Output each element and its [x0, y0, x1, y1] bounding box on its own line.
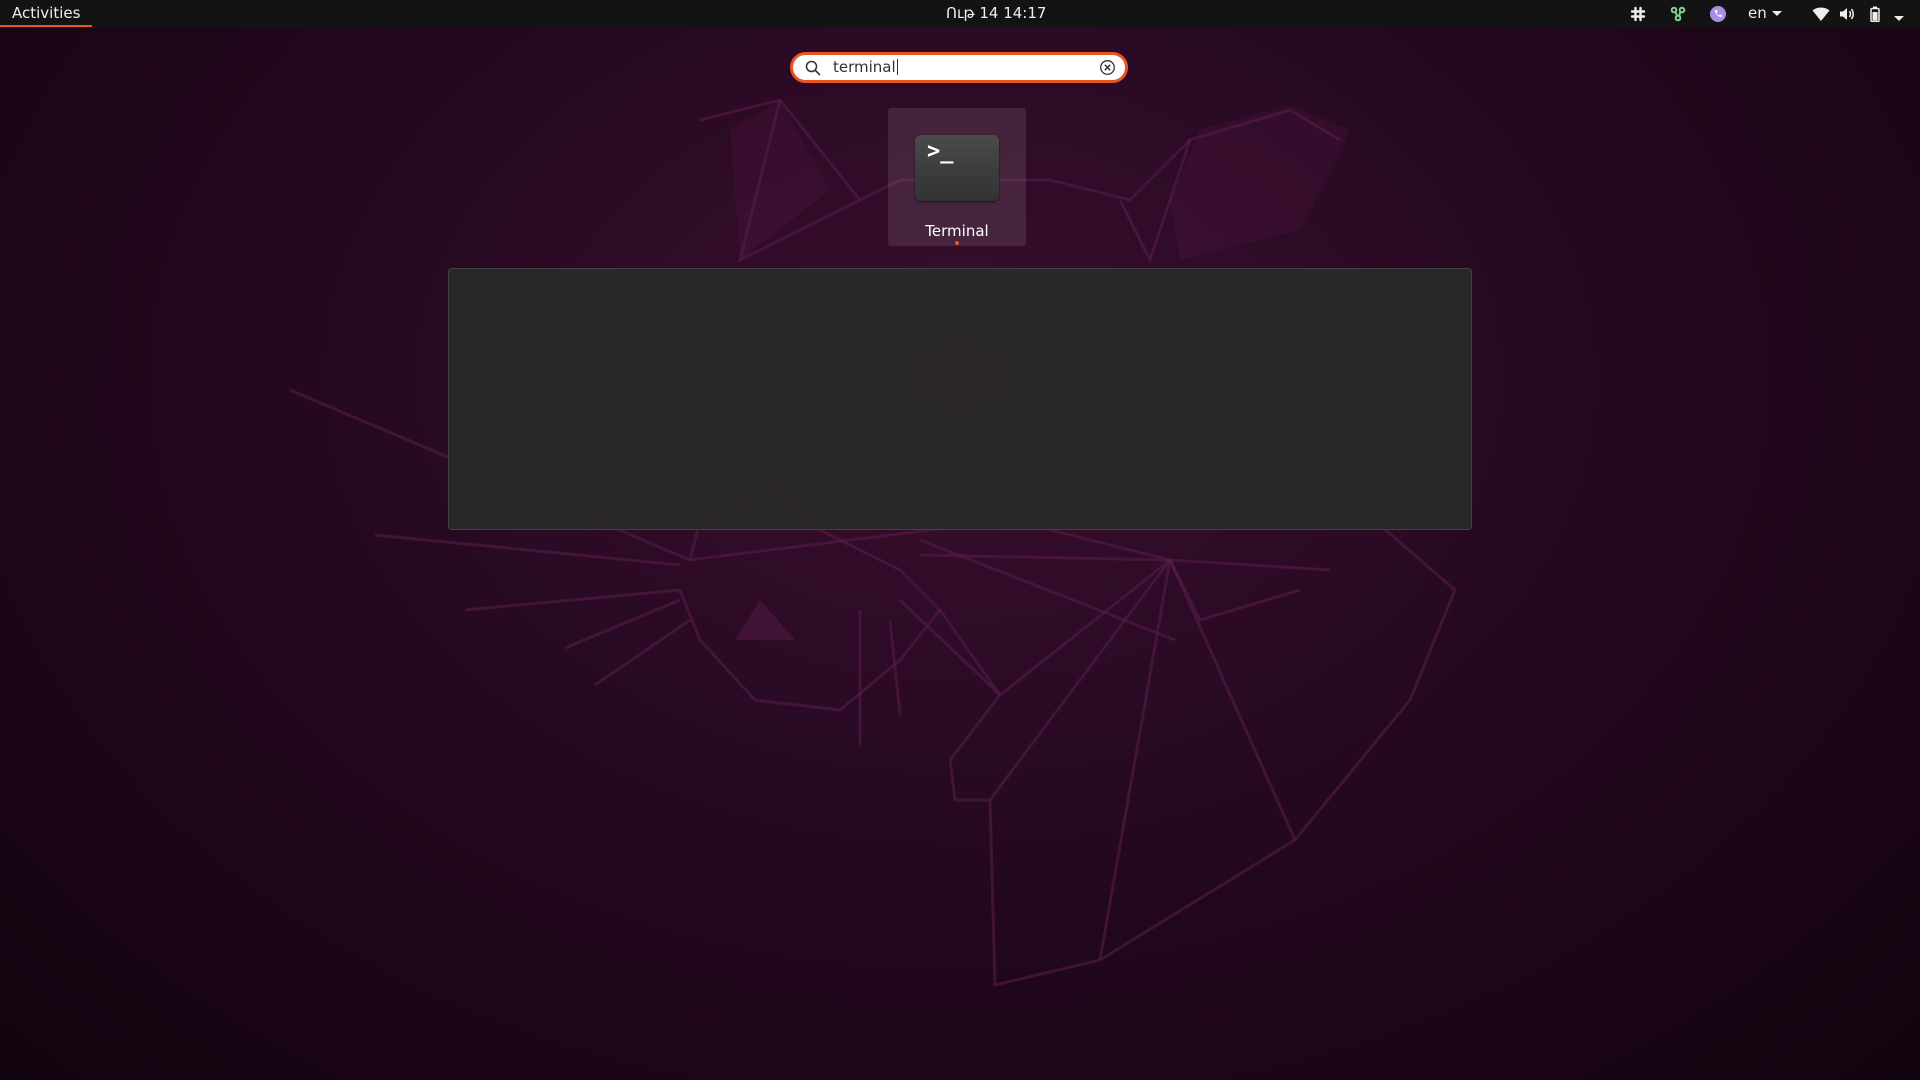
app-result-label: Terminal: [925, 222, 989, 240]
search-icon: [805, 60, 821, 80]
wifi-icon[interactable]: [1812, 4, 1830, 23]
top-bar: Activities Ութ 14 14:17 en: [0, 0, 1920, 27]
running-indicator: [955, 241, 959, 245]
search-results-panel: [448, 268, 1472, 530]
text-cursor: [896, 59, 898, 75]
app-result-terminal[interactable]: >_ Terminal: [888, 108, 1026, 246]
language-label: en: [1748, 4, 1767, 22]
chevron-down-icon: [1771, 11, 1782, 16]
language-selector[interactable]: en: [1748, 0, 1782, 27]
volume-icon[interactable]: [1839, 4, 1856, 23]
search-input[interactable]: terminal: [790, 52, 1128, 83]
clock-menu[interactable]: Ութ 14 14:17: [946, 0, 1046, 27]
clear-search-icon[interactable]: [1099, 59, 1116, 80]
system-menu-chevron-icon[interactable]: [1894, 9, 1904, 28]
slack-icon[interactable]: [1630, 4, 1646, 23]
search-query-text: terminal: [833, 58, 896, 76]
activities-button[interactable]: Activities: [0, 0, 93, 27]
battery-icon[interactable]: [1870, 4, 1880, 23]
network-share-icon[interactable]: [1670, 4, 1686, 23]
viber-icon[interactable]: [1709, 4, 1727, 23]
terminal-icon: >_: [915, 135, 999, 201]
